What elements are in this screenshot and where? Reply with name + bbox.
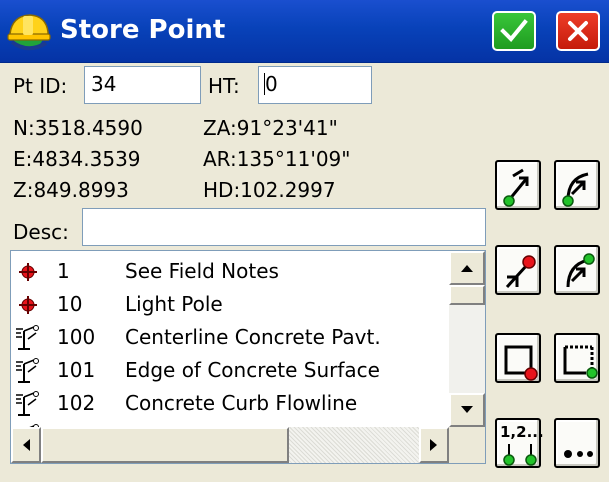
close-rectangle-button[interactable] [554,333,600,383]
pt-id-value: 34 [91,72,117,96]
arrow-up-icon [461,265,473,272]
end-line-icon [505,255,536,289]
list-item-description: Centerline Concrete Pavt. [125,325,381,349]
ht-value: 0 [265,72,278,96]
title-bar: Store Point [0,0,609,63]
hard-hat-app-icon [7,14,51,51]
easting-readout: E:4834.3539 [13,147,141,171]
list-item-description: Concrete Curb Flowline [125,391,358,415]
list-item[interactable]: 1 See Field Notes [11,255,447,288]
ok-button[interactable] [492,11,536,51]
arrow-down-icon [461,406,473,413]
zenith-angle-readout: ZA:91°23'41" [203,116,338,140]
horizontal-scroll-thumb[interactable] [41,427,289,463]
northing-readout: N:3518.4590 [13,116,143,140]
red-point-icon [19,263,37,281]
line-code-icon [16,325,39,350]
close-figure-button[interactable] [495,333,541,383]
red-point-icon [19,296,37,314]
list-item[interactable]: 10 Light Pole [11,288,447,321]
code-list[interactable]: 1 See Field Notes 10 Light Pole 100 Cent… [10,250,486,464]
scroll-left-button[interactable] [11,427,41,463]
ht-input[interactable]: 0 [258,66,372,104]
scroll-right-button[interactable] [419,427,449,463]
end-line-button[interactable] [495,245,541,295]
pt-id-label: Pt ID: [13,74,68,98]
horizontal-scrollbar[interactable] [11,427,449,463]
vertical-scrollbar[interactable] [449,251,485,427]
end-curve-icon [566,253,595,288]
start-curve-button[interactable] [554,160,600,210]
line-code-icon [16,391,39,416]
window-title: Store Point [60,15,226,45]
arrow-right-icon [430,439,437,451]
elevation-readout: Z:849.8993 [13,178,129,202]
pt-id-input[interactable]: 34 [84,66,201,104]
close-rectangle-icon [563,345,598,379]
sequence-points-button[interactable]: 1,2... [495,418,544,468]
list-item[interactable]: 102 Concrete Curb Flowline [11,387,447,420]
list-item-description: See Field Notes [125,259,279,283]
desc-label: Desc: [13,220,69,244]
list-item[interactable]: 101 Edge of Concrete Surface [11,354,447,387]
scroll-up-button[interactable] [449,251,485,285]
list-item-code: 101 [57,358,96,382]
more-options-icon [564,450,593,458]
close-figure-icon [504,345,538,381]
list-item-code: 100 [57,325,96,349]
list-item-code: 1 [57,259,70,283]
start-curve-icon [562,172,589,207]
sequence-label: 1,2... [500,423,544,441]
list-item-description: Edge of Concrete Surface [125,358,380,382]
start-line-icon [503,168,529,207]
scroll-down-button[interactable] [449,393,485,427]
list-item-description: Light Pole [125,292,223,316]
line-code-icon [16,358,39,383]
list-item-code: 102 [57,391,96,415]
more-options-button[interactable] [554,418,600,468]
arrow-left-icon [23,439,30,451]
horizontal-distance-readout: HD:102.2997 [203,178,336,202]
start-line-button[interactable] [495,160,541,210]
checkmark-icon [500,19,528,42]
close-button[interactable] [556,11,600,51]
scrollbar-corner [449,427,485,463]
list-item[interactable]: 100 Centerline Concrete Pavt. [11,321,447,354]
desc-input[interactable] [82,208,486,246]
azimuth-readout: AR:135°11'09" [203,147,351,171]
end-curve-button[interactable] [554,245,600,295]
ht-label: HT: [208,74,240,98]
vertical-scroll-thumb[interactable] [449,285,485,305]
list-item-code: 10 [57,292,83,316]
close-icon [568,21,588,41]
